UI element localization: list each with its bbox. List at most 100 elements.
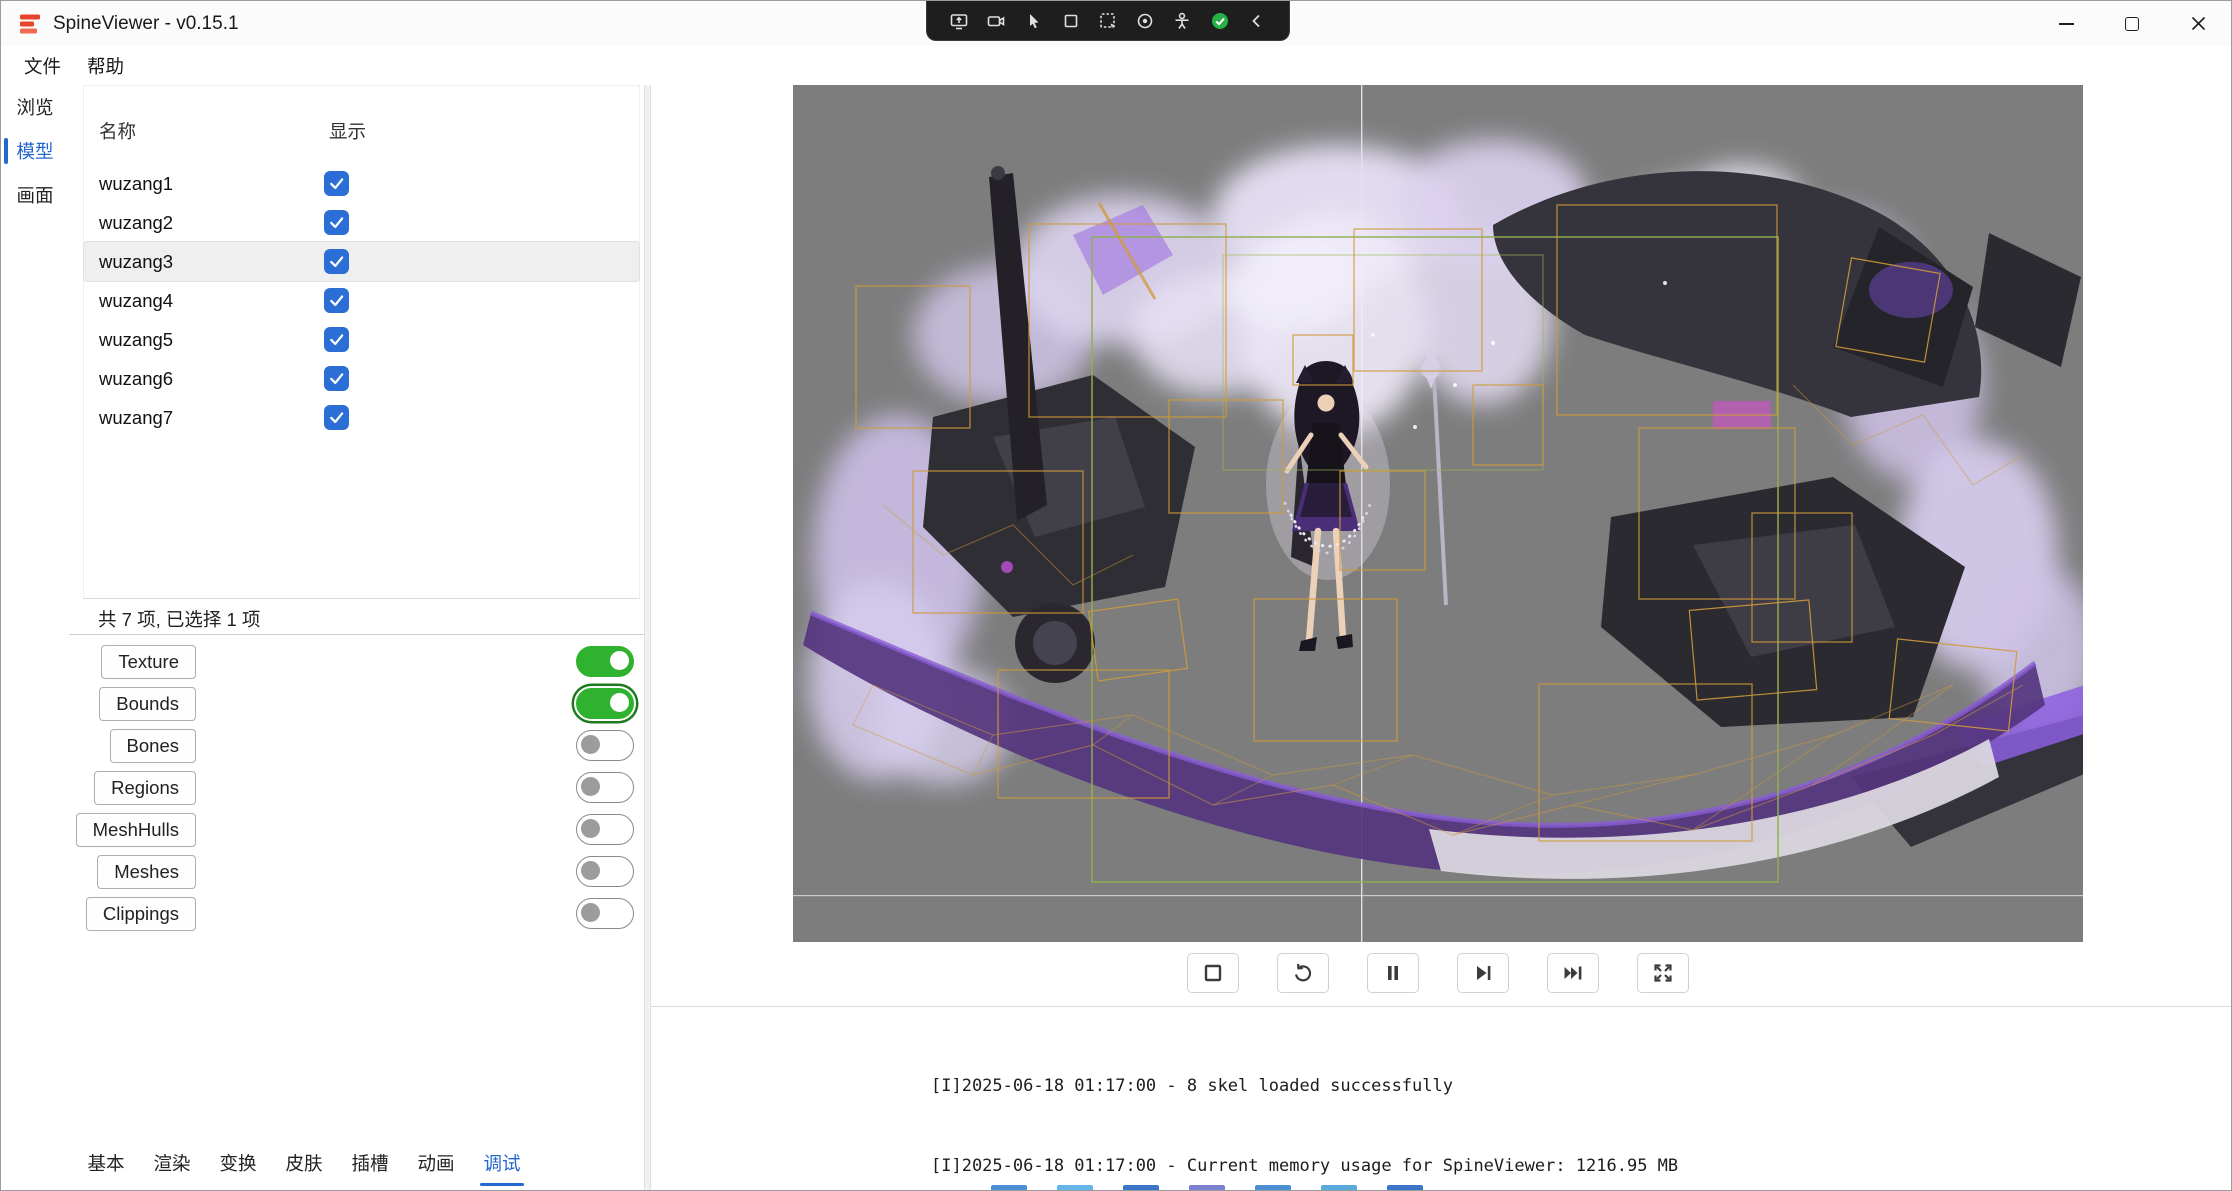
- model-row[interactable]: wuzang6: [84, 359, 639, 398]
- toggle-knob: [610, 651, 629, 670]
- debug-label-regions[interactable]: Regions: [94, 771, 196, 805]
- toggle-row: Regions: [69, 767, 638, 809]
- model-list-header: 名称 显示: [84, 86, 639, 164]
- panel-tab-render[interactable]: 渲染: [139, 1144, 205, 1186]
- pause-button[interactable]: [1367, 953, 1419, 993]
- check-icon: [328, 331, 345, 348]
- panel-splitter[interactable]: [644, 85, 651, 1190]
- camera-icon[interactable]: [983, 8, 1009, 34]
- taskbar-icon-fragment: [1387, 1185, 1423, 1190]
- model-list: 名称 显示 wuzang1 wuzang2 wuzang3 wuzang4 wu…: [83, 85, 640, 599]
- visible-checkbox[interactable]: [324, 171, 349, 196]
- skip-to-end-button[interactable]: [1547, 953, 1599, 993]
- status-check-icon[interactable]: [1207, 8, 1233, 34]
- region-select-icon[interactable]: [1095, 8, 1121, 34]
- viewport-canvas[interactable]: [793, 85, 2083, 942]
- log-line: [I]2025-06-18 01:17:00 - 8 skel loaded s…: [931, 1073, 2231, 1100]
- toggle-switch-regions[interactable]: [576, 772, 634, 803]
- toggle-switch-meshes[interactable]: [576, 856, 634, 887]
- spineviewer-window: SpineViewer - v0.15.1: [0, 0, 2232, 1191]
- toggle-switch-texture[interactable]: [576, 646, 634, 677]
- step-forward-button[interactable]: [1457, 953, 1509, 993]
- accessibility-person-icon[interactable]: [1169, 8, 1195, 34]
- model-row[interactable]: wuzang7: [84, 398, 639, 437]
- minimize-icon: [2059, 23, 2074, 25]
- model-name: wuzang5: [99, 329, 324, 351]
- stop-button[interactable]: [1187, 953, 1239, 993]
- visible-checkbox[interactable]: [324, 210, 349, 235]
- model-panel: 名称 显示 wuzang1 wuzang2 wuzang3 wuzang4 wu…: [69, 85, 644, 1190]
- model-name: wuzang3: [99, 251, 324, 273]
- check-icon: [328, 370, 345, 387]
- nav-tab-screen[interactable]: 画面: [1, 173, 69, 217]
- debug-label-texture[interactable]: Texture: [101, 645, 196, 679]
- taskbar-icon-fragment: [1321, 1185, 1357, 1190]
- toggle-switch-clippings[interactable]: [576, 898, 634, 929]
- log-line: [I]2025-06-18 01:17:00 - Current memory …: [931, 1153, 2231, 1180]
- step-forward-icon: [1471, 961, 1495, 985]
- visible-checkbox[interactable]: [324, 327, 349, 352]
- check-icon: [328, 292, 345, 309]
- replay-button[interactable]: [1277, 953, 1329, 993]
- model-name: wuzang1: [99, 173, 324, 195]
- taskbar-sliver: [991, 1185, 1423, 1190]
- panel-tab-transform[interactable]: 变换: [205, 1144, 271, 1186]
- playback-controls: [793, 953, 2083, 993]
- toggle-switch-bounds[interactable]: [576, 688, 634, 719]
- toggle-knob: [581, 903, 600, 922]
- check-icon: [328, 175, 345, 192]
- model-row-selected[interactable]: wuzang3: [84, 242, 639, 281]
- model-row[interactable]: wuzang2: [84, 203, 639, 242]
- panel-tab-skin[interactable]: 皮肤: [271, 1144, 337, 1186]
- menu-item-help[interactable]: 帮助: [74, 50, 137, 82]
- check-icon: [328, 409, 345, 426]
- model-name: wuzang2: [99, 212, 324, 234]
- debug-label-meshhulls[interactable]: MeshHulls: [76, 813, 196, 847]
- close-icon: [2191, 16, 2206, 31]
- toggle-switch-bones[interactable]: [576, 730, 634, 761]
- toggle-row: Meshes: [69, 851, 638, 893]
- fullscreen-button[interactable]: [1637, 953, 1689, 993]
- chevron-left-icon[interactable]: [1244, 8, 1270, 34]
- visible-checkbox[interactable]: [324, 249, 349, 274]
- debug-label-meshes[interactable]: Meshes: [97, 855, 196, 889]
- log-panel[interactable]: [I]2025-06-18 01:17:00 - 8 skel loaded s…: [651, 1007, 2231, 1190]
- check-icon: [328, 214, 345, 231]
- toggle-row: Texture: [69, 641, 638, 683]
- debug-label-bones[interactable]: Bones: [110, 729, 196, 763]
- model-row[interactable]: wuzang4: [84, 281, 639, 320]
- menu-item-file[interactable]: 文件: [11, 50, 74, 82]
- fullscreen-icon: [1651, 961, 1675, 985]
- panel-tab-basic[interactable]: 基本: [73, 1144, 139, 1186]
- record-settings-icon[interactable]: [1132, 8, 1158, 34]
- visible-checkbox[interactable]: [324, 288, 349, 313]
- toggle-knob: [581, 819, 600, 838]
- stop-icon: [1201, 961, 1225, 985]
- maximize-button[interactable]: [2099, 1, 2165, 46]
- toggle-switch-meshhulls[interactable]: [576, 814, 634, 845]
- titlebar: SpineViewer - v0.15.1: [1, 1, 2231, 46]
- column-header-name[interactable]: 名称: [99, 118, 136, 144]
- debug-label-bounds[interactable]: Bounds: [99, 687, 196, 721]
- model-row[interactable]: wuzang1: [84, 164, 639, 203]
- toggle-row: MeshHulls: [69, 809, 638, 851]
- minimize-button[interactable]: [2033, 1, 2099, 46]
- cursor-icon[interactable]: [1021, 8, 1047, 34]
- debug-label-clippings[interactable]: Clippings: [86, 897, 196, 931]
- screen-share-icon[interactable]: [946, 8, 972, 34]
- panel-tab-slot[interactable]: 插槽: [337, 1144, 403, 1186]
- toggle-row: Clippings: [69, 893, 638, 935]
- stop-square-icon[interactable]: [1058, 8, 1084, 34]
- visible-checkbox[interactable]: [324, 366, 349, 391]
- taskbar-icon-fragment: [1123, 1185, 1159, 1190]
- panel-tab-debug[interactable]: 调试: [469, 1144, 535, 1186]
- close-button[interactable]: [2165, 1, 2231, 46]
- model-row[interactable]: wuzang5: [84, 320, 639, 359]
- app-logo-icon: [17, 11, 43, 37]
- visible-checkbox[interactable]: [324, 405, 349, 430]
- panel-tab-animation[interactable]: 动画: [403, 1144, 469, 1186]
- column-header-visible[interactable]: 显示: [329, 118, 366, 144]
- maximize-icon: [2125, 17, 2139, 31]
- nav-tab-model[interactable]: 模型: [1, 129, 69, 173]
- nav-tab-browse[interactable]: 浏览: [1, 85, 69, 129]
